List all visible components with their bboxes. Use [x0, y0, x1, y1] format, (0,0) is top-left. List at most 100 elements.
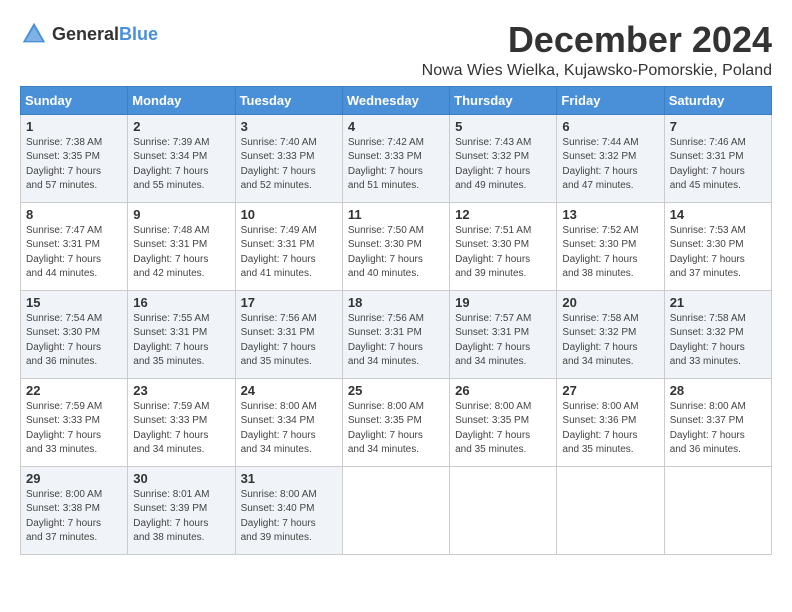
calendar-cell: [664, 466, 771, 554]
calendar-cell: [342, 466, 449, 554]
day-of-week-header: Thursday: [450, 86, 557, 114]
calendar-cell: 9Sunrise: 7:48 AMSunset: 3:31 PMDaylight…: [128, 202, 235, 290]
day-info: Sunrise: 7:48 AMSunset: 3:31 PMDaylight:…: [133, 224, 229, 282]
day-number: 16: [133, 295, 229, 310]
day-info: Sunrise: 7:52 AMSunset: 3:30 PMDaylight:…: [562, 224, 658, 282]
day-info: Sunrise: 7:58 AMSunset: 3:32 PMDaylight:…: [562, 312, 658, 370]
day-number: 14: [670, 207, 766, 222]
day-number: 20: [562, 295, 658, 310]
day-number: 30: [133, 471, 229, 486]
calendar-cell: 3Sunrise: 7:40 AMSunset: 3:33 PMDaylight…: [235, 114, 342, 202]
day-number: 28: [670, 383, 766, 398]
day-number: 4: [348, 119, 444, 134]
calendar-cell: 23 Sunrise: 7:59 AMSunset: 3:33 PMDayligh…: [128, 378, 235, 466]
calendar-cell: 29 Sunrise: 8:00 AMSunset: 3:38 PMDayligh…: [21, 466, 128, 554]
day-number: 5: [455, 119, 551, 134]
calendar-cell: 11 Sunrise: 7:50 AMSunset: 3:30 PMDayligh…: [342, 202, 449, 290]
day-info: Sunrise: 7:44 AMSunset: 3:32 PMDaylight:…: [562, 136, 658, 194]
days-of-week-row: SundayMondayTuesdayWednesdayThursdayFrid…: [21, 86, 772, 114]
day-info: Sunrise: 7:50 AMSunset: 3:30 PMDaylight:…: [348, 224, 444, 282]
calendar-cell: 19Sunrise: 7:57 AMSunset: 3:31 PMDayligh…: [450, 290, 557, 378]
calendar-cell: 15Sunrise: 7:54 AMSunset: 3:30 PMDayligh…: [21, 290, 128, 378]
calendar-cell: 16Sunrise: 7:55 AMSunset: 3:31 PMDayligh…: [128, 290, 235, 378]
day-info: Sunrise: 7:57 AMSunset: 3:31 PMDaylight:…: [455, 312, 551, 370]
day-info: Sunrise: 7:59 AMSunset: 3:33 PMDaylight:…: [26, 400, 122, 458]
calendar-cell: 8 Sunrise: 7:47 AMSunset: 3:31 PMDaylight…: [21, 202, 128, 290]
day-number: 6: [562, 119, 658, 134]
day-number: 31: [241, 471, 337, 486]
day-info: Sunrise: 7:58 AMSunset: 3:32 PMDaylight:…: [670, 312, 766, 370]
calendar-cell: 12 Sunrise: 7:51 AMSunset: 3:30 PMDayligh…: [450, 202, 557, 290]
day-number: 29: [26, 471, 122, 486]
calendar-week-row: 1 Sunrise: 7:38 AMSunset: 3:35 PMDaylight…: [21, 114, 772, 202]
day-number: 8: [26, 207, 122, 222]
month-title: December 2024: [422, 20, 772, 60]
logo-text-general: General: [52, 25, 119, 43]
day-info: Sunrise: 7:51 AMSunset: 3:30 PMDaylight:…: [455, 224, 551, 282]
day-number: 11: [348, 207, 444, 222]
day-info: Sunrise: 8:00 AMSunset: 3:35 PMDaylight:…: [455, 400, 551, 458]
calendar-cell: 25 Sunrise: 8:00 AMSunset: 3:35 PMDayligh…: [342, 378, 449, 466]
calendar-cell: 13Sunrise: 7:52 AMSunset: 3:30 PMDayligh…: [557, 202, 664, 290]
day-number: 18: [348, 295, 444, 310]
day-info: Sunrise: 8:00 AMSunset: 3:38 PMDaylight:…: [26, 488, 122, 546]
day-number: 26: [455, 383, 551, 398]
day-info: Sunrise: 7:47 AMSunset: 3:31 PMDaylight:…: [26, 224, 122, 282]
day-info: Sunrise: 8:01 AMSunset: 3:39 PMDaylight:…: [133, 488, 229, 546]
day-number: 7: [670, 119, 766, 134]
calendar-week-row: 15Sunrise: 7:54 AMSunset: 3:30 PMDayligh…: [21, 290, 772, 378]
day-of-week-header: Wednesday: [342, 86, 449, 114]
day-number: 25: [348, 383, 444, 398]
calendar-cell: 27Sunrise: 8:00 AMSunset: 3:36 PMDayligh…: [557, 378, 664, 466]
day-info: Sunrise: 7:39 AMSunset: 3:34 PMDaylight:…: [133, 136, 229, 194]
title-area: December 2024 Nowa Wies Wielka, Kujawsko…: [422, 20, 772, 80]
calendar-week-row: 22 Sunrise: 7:59 AMSunset: 3:33 PMDayligh…: [21, 378, 772, 466]
logo-icon: [20, 20, 48, 48]
day-number: 27: [562, 383, 658, 398]
calendar-cell: 18Sunrise: 7:56 AMSunset: 3:31 PMDayligh…: [342, 290, 449, 378]
day-number: 17: [241, 295, 337, 310]
day-of-week-header: Friday: [557, 86, 664, 114]
calendar-cell: 10 Sunrise: 7:49 AMSunset: 3:31 PMDayligh…: [235, 202, 342, 290]
calendar-cell: [450, 466, 557, 554]
calendar-week-row: 29 Sunrise: 8:00 AMSunset: 3:38 PMDayligh…: [21, 466, 772, 554]
day-info: Sunrise: 7:56 AMSunset: 3:31 PMDaylight:…: [241, 312, 337, 370]
day-number: 10: [241, 207, 337, 222]
calendar-cell: 30 Sunrise: 8:01 AMSunset: 3:39 PMDayligh…: [128, 466, 235, 554]
calendar-cell: 21Sunrise: 7:58 AMSunset: 3:32 PMDayligh…: [664, 290, 771, 378]
calendar-cell: [557, 466, 664, 554]
day-of-week-header: Sunday: [21, 86, 128, 114]
day-info: Sunrise: 7:46 AMSunset: 3:31 PMDaylight:…: [670, 136, 766, 194]
calendar-cell: 17 Sunrise: 7:56 AMSunset: 3:31 PMDayligh…: [235, 290, 342, 378]
day-number: 24: [241, 383, 337, 398]
calendar-cell: 14 Sunrise: 7:53 AMSunset: 3:30 PMDayligh…: [664, 202, 771, 290]
day-info: Sunrise: 8:00 AMSunset: 3:37 PMDaylight:…: [670, 400, 766, 458]
day-number: 22: [26, 383, 122, 398]
calendar-cell: 2 Sunrise: 7:39 AMSunset: 3:34 PMDaylight…: [128, 114, 235, 202]
calendar-cell: 28 Sunrise: 8:00 AMSunset: 3:37 PMDayligh…: [664, 378, 771, 466]
calendar-cell: 24Sunrise: 8:00 AMSunset: 3:34 PMDayligh…: [235, 378, 342, 466]
day-info: Sunrise: 7:59 AMSunset: 3:33 PMDaylight:…: [133, 400, 229, 458]
day-of-week-header: Saturday: [664, 86, 771, 114]
calendar-cell: 1 Sunrise: 7:38 AMSunset: 3:35 PMDaylight…: [21, 114, 128, 202]
day-info: Sunrise: 8:00 AMSunset: 3:40 PMDaylight:…: [241, 488, 337, 546]
day-info: Sunrise: 7:49 AMSunset: 3:31 PMDaylight:…: [241, 224, 337, 282]
calendar-cell: 7 Sunrise: 7:46 AMSunset: 3:31 PMDaylight…: [664, 114, 771, 202]
day-info: Sunrise: 7:53 AMSunset: 3:30 PMDaylight:…: [670, 224, 766, 282]
calendar-cell: 22 Sunrise: 7:59 AMSunset: 3:33 PMDayligh…: [21, 378, 128, 466]
header: General Blue December 2024 Nowa Wies Wie…: [20, 20, 772, 80]
day-number: 23: [133, 383, 229, 398]
day-info: Sunrise: 7:40 AMSunset: 3:33 PMDaylight:…: [241, 136, 337, 194]
day-of-week-header: Tuesday: [235, 86, 342, 114]
calendar-table: SundayMondayTuesdayWednesdayThursdayFrid…: [20, 86, 772, 555]
calendar-cell: 5 Sunrise: 7:43 AMSunset: 3:32 PMDaylight…: [450, 114, 557, 202]
day-number: 2: [133, 119, 229, 134]
day-info: Sunrise: 7:43 AMSunset: 3:32 PMDaylight:…: [455, 136, 551, 194]
logo: General Blue: [20, 20, 158, 48]
day-info: Sunrise: 7:38 AMSunset: 3:35 PMDaylight:…: [26, 136, 122, 194]
day-number: 1: [26, 119, 122, 134]
day-number: 12: [455, 207, 551, 222]
calendar-cell: 4Sunrise: 7:42 AMSunset: 3:33 PMDaylight…: [342, 114, 449, 202]
day-info: Sunrise: 8:00 AMSunset: 3:35 PMDaylight:…: [348, 400, 444, 458]
calendar-body: 1 Sunrise: 7:38 AMSunset: 3:35 PMDaylight…: [21, 114, 772, 554]
